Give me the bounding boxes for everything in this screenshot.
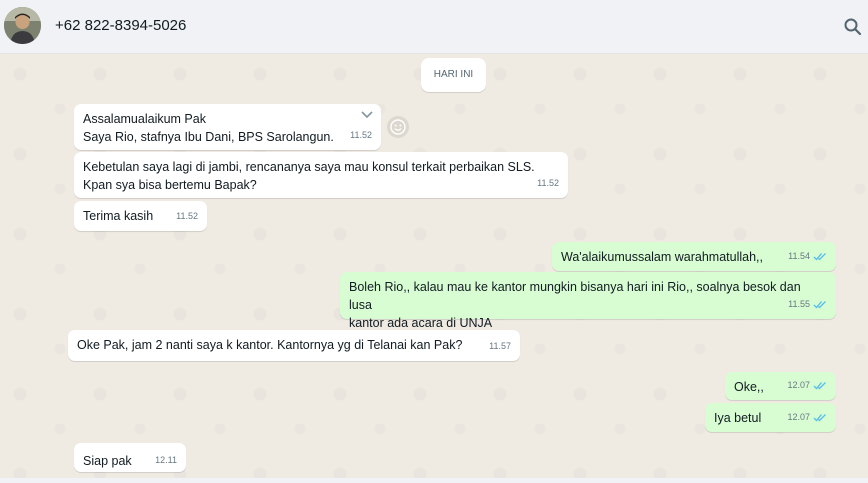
message-time: 11.52 bbox=[537, 178, 559, 188]
message-time: 11.52 bbox=[350, 130, 372, 140]
message-time: 11.57 bbox=[489, 341, 511, 351]
incoming-message[interactable]: Assalamualaikum Pak Saya Rio, stafnya Ib… bbox=[74, 104, 381, 150]
message-text: Wa'alaikumussalam warahmatullah,, bbox=[561, 250, 764, 264]
message-text: Oke Pak, jam 2 nanti saya k kantor. Kant… bbox=[77, 338, 463, 352]
message-time: 11.55 bbox=[788, 295, 827, 313]
chat-header: +62 822-8394-5026 bbox=[0, 0, 868, 54]
double-check-icon bbox=[813, 413, 826, 421]
message-time: 12.07 bbox=[787, 408, 827, 426]
outgoing-message[interactable]: Wa'alaikumussalam warahmatullah,, 11.54 bbox=[552, 242, 836, 271]
date-divider: HARI INI bbox=[421, 58, 486, 92]
chevron-down-icon[interactable] bbox=[361, 111, 373, 119]
search-icon[interactable] bbox=[843, 17, 863, 37]
message-time: 12.07 bbox=[787, 376, 827, 394]
incoming-message[interactable]: Siap pak 12.11 bbox=[74, 443, 186, 472]
incoming-message[interactable]: Kebetulan saya lagi di jambi, rencananya… bbox=[74, 152, 568, 198]
message-text: Kebetulan saya lagi di jambi, rencananya… bbox=[83, 160, 535, 174]
message-text: Saya Rio, stafnya Ibu Dani, BPS Sarolang… bbox=[83, 130, 334, 144]
message-time: 12.11 bbox=[155, 455, 177, 465]
contact-name[interactable]: +62 822-8394-5026 bbox=[55, 17, 186, 34]
avatar[interactable] bbox=[4, 7, 41, 44]
incoming-message[interactable]: Oke Pak, jam 2 nanti saya k kantor. Kant… bbox=[68, 330, 520, 361]
composer-edge bbox=[0, 478, 868, 483]
message-time: 11.52 bbox=[176, 211, 198, 221]
outgoing-message[interactable]: Oke,, 12.07 bbox=[725, 372, 836, 400]
double-check-icon bbox=[813, 300, 826, 308]
outgoing-message[interactable]: Boleh Rio,, kalau mau ke kantor mungkin … bbox=[340, 272, 836, 330]
emoji-icon[interactable] bbox=[387, 116, 409, 138]
double-check-icon bbox=[813, 252, 826, 260]
outgoing-message[interactable]: Iya betul 12.07 bbox=[705, 403, 836, 432]
double-check-icon bbox=[813, 381, 826, 389]
message-text: Kpan sya bisa bertemu Bapak? bbox=[83, 178, 257, 192]
message-text: Boleh Rio,, kalau mau ke kantor mungkin … bbox=[349, 280, 801, 312]
message-time: 11.54 bbox=[788, 247, 827, 265]
incoming-message[interactable]: Terima kasih 11.52 bbox=[74, 201, 207, 231]
message-text: Assalamualaikum Pak bbox=[83, 112, 206, 126]
